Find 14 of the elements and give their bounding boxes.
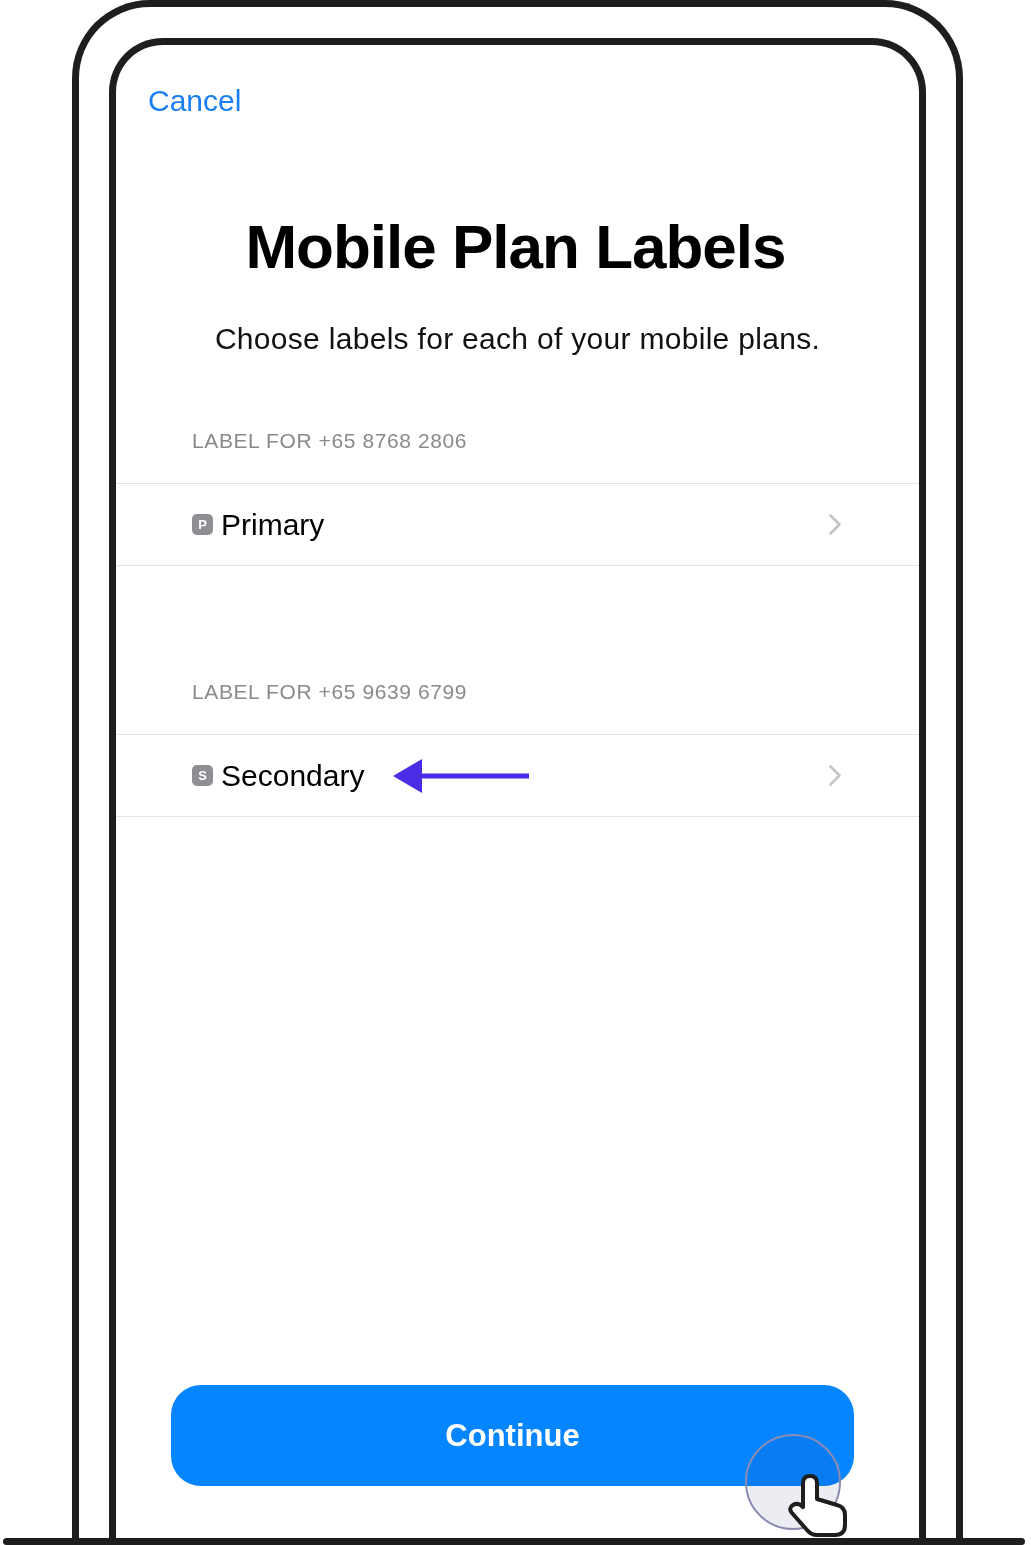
cancel-button[interactable]: Cancel [148, 83, 242, 119]
plan-row[interactable]: P Primary [116, 483, 919, 566]
section-header: LABEL FOR +65 8768 2806 [191, 428, 469, 453]
plan-badge: S [192, 765, 213, 786]
plan-label: Primary [221, 506, 325, 543]
plan-label: Secondary [221, 757, 365, 794]
plan-row[interactable]: S Secondary [116, 734, 919, 817]
chevron-icon [829, 765, 841, 786]
plan-badge: P [192, 514, 213, 535]
continue-button[interactable]: Continue [171, 1385, 854, 1486]
subtitle-text: Choose labels for each of your mobile plans. [213, 321, 822, 357]
page-title: Mobile Plan Labels [244, 211, 787, 283]
section-header: LABEL FOR +65 9639 6799 [191, 679, 469, 704]
chevron-icon [829, 514, 841, 535]
